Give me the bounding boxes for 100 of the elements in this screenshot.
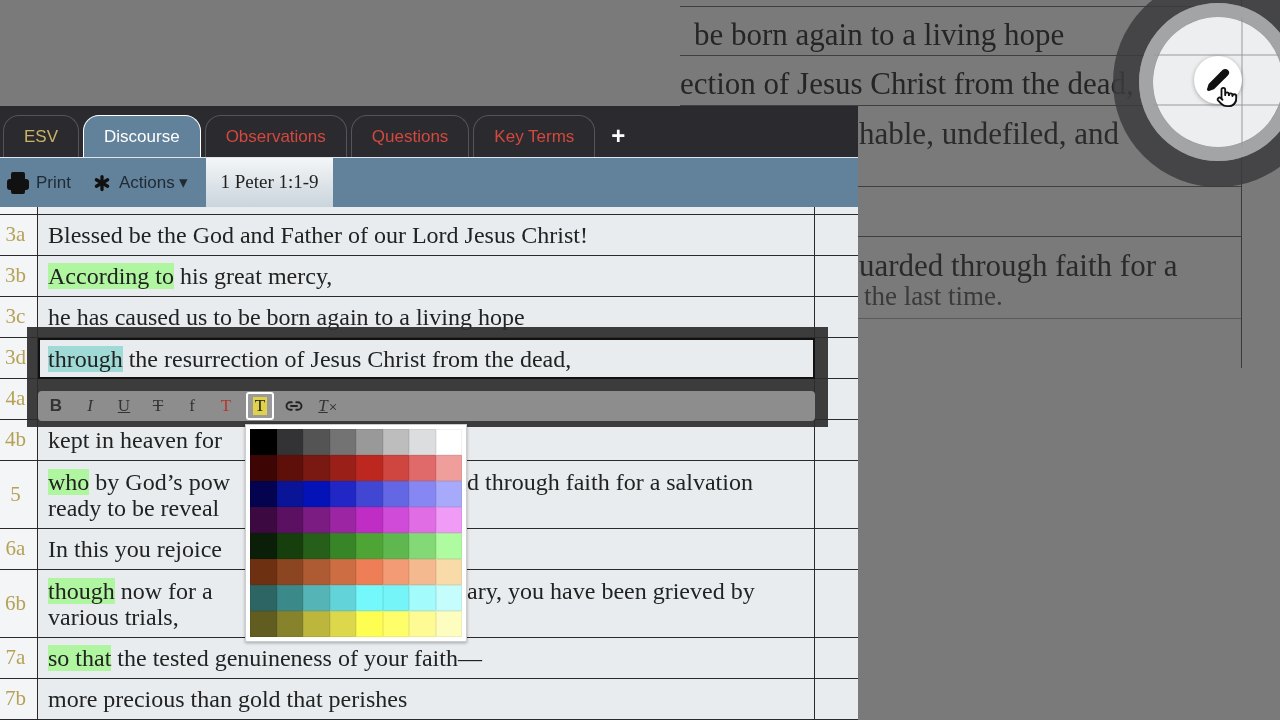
color-swatch[interactable] xyxy=(356,611,383,637)
verse-number: 6a xyxy=(0,529,38,569)
color-swatch[interactable] xyxy=(303,533,330,559)
verse-text: more precious than gold that perishes xyxy=(48,686,408,712)
color-swatch[interactable] xyxy=(435,481,462,507)
color-swatch[interactable] xyxy=(276,585,303,611)
color-swatch[interactable] xyxy=(329,429,356,455)
color-swatch[interactable] xyxy=(435,533,462,559)
color-swatch[interactable] xyxy=(435,507,462,533)
tab[interactable]: Discourse xyxy=(83,115,201,157)
editor-field[interactable]: through the resurrection of Jesus Christ from the dead, xyxy=(38,338,815,379)
color-swatch[interactable] xyxy=(250,533,277,559)
color-swatch[interactable] xyxy=(303,585,330,611)
color-swatch[interactable] xyxy=(329,611,356,637)
color-swatch[interactable] xyxy=(276,481,303,507)
color-swatch[interactable] xyxy=(382,585,409,611)
color-swatch[interactable] xyxy=(356,429,383,455)
verse-number: 5 xyxy=(0,461,38,528)
pencil-icon xyxy=(1206,68,1230,92)
color-swatch[interactable] xyxy=(303,611,330,637)
color-swatch[interactable] xyxy=(356,533,383,559)
color-swatch[interactable] xyxy=(250,481,277,507)
verse-number: 7b xyxy=(0,679,38,719)
color-swatch[interactable] xyxy=(276,533,303,559)
tab[interactable]: ESV xyxy=(3,115,80,157)
add-tab-button[interactable]: + xyxy=(599,115,638,157)
color-swatch[interactable] xyxy=(409,559,436,585)
color-swatch[interactable] xyxy=(250,611,277,637)
verse-text: through the resurrection of Jesus Christ from the dead, xyxy=(48,344,572,374)
verse-text: ary, you have been grieved by xyxy=(467,577,756,604)
font-tool-button[interactable]: f xyxy=(178,392,206,420)
color-swatch[interactable] xyxy=(303,455,330,481)
color-swatch[interactable] xyxy=(356,559,383,585)
italic-tool-button[interactable]: I xyxy=(76,392,104,420)
color-swatch[interactable] xyxy=(329,559,356,585)
bold-tool-button[interactable]: B xyxy=(42,392,70,420)
color-swatch[interactable] xyxy=(409,611,436,637)
clear-tool-button[interactable]: T xyxy=(314,392,342,420)
color-swatch[interactable] xyxy=(303,429,330,455)
color-swatch[interactable] xyxy=(382,533,409,559)
print-button[interactable]: Print xyxy=(0,169,89,196)
color-swatch[interactable] xyxy=(250,507,277,533)
color-swatch[interactable] xyxy=(435,611,462,637)
color-swatch[interactable] xyxy=(329,585,356,611)
color-swatch[interactable] xyxy=(382,559,409,585)
color-swatch[interactable] xyxy=(276,611,303,637)
color-swatch[interactable] xyxy=(329,481,356,507)
color-swatch[interactable] xyxy=(409,507,436,533)
color-swatch[interactable] xyxy=(382,611,409,637)
tab[interactable]: Key Terms xyxy=(473,115,596,157)
color-swatch[interactable] xyxy=(250,455,277,481)
color-swatch[interactable] xyxy=(356,481,383,507)
color-swatch[interactable] xyxy=(409,429,436,455)
verse-number: 4b xyxy=(0,420,38,460)
strike-tool-button[interactable]: T xyxy=(144,392,172,420)
underline-tool-button[interactable]: U xyxy=(110,392,138,420)
verse-number: 3b xyxy=(0,256,38,296)
color-swatch[interactable] xyxy=(276,429,303,455)
color-swatch[interactable] xyxy=(329,455,356,481)
color-swatch[interactable] xyxy=(382,455,409,481)
color-swatch[interactable] xyxy=(250,559,277,585)
tab[interactable]: Questions xyxy=(350,115,470,157)
color-swatch[interactable] xyxy=(409,585,436,611)
color-swatch[interactable] xyxy=(276,559,303,585)
color-swatch[interactable] xyxy=(303,481,330,507)
color-swatch[interactable] xyxy=(276,507,303,533)
color-swatch[interactable] xyxy=(250,429,277,455)
magnified-text: be born again to a living hope xyxy=(694,16,1065,54)
actions-menu-button[interactable]: Actions ▾ xyxy=(88,169,207,196)
verse-text: ready to be reveal xyxy=(48,494,220,521)
tab[interactable]: Observations xyxy=(204,115,347,157)
color-swatch[interactable] xyxy=(382,507,409,533)
color-swatch[interactable] xyxy=(435,559,462,585)
verse-number: 3a xyxy=(0,215,38,255)
color-swatch[interactable] xyxy=(409,533,436,559)
verse-number: 3c xyxy=(0,297,38,337)
color-swatch[interactable] xyxy=(435,585,462,611)
color-swatch[interactable] xyxy=(409,481,436,507)
highlight-tool-button[interactable]: T xyxy=(246,392,274,420)
color-swatch[interactable] xyxy=(303,559,330,585)
color-swatch[interactable] xyxy=(435,455,462,481)
color-swatch[interactable] xyxy=(356,455,383,481)
x-icon xyxy=(327,402,338,413)
passage-tab[interactable]: 1 Peter 1:1-9 xyxy=(206,157,333,208)
color-swatch[interactable] xyxy=(329,507,356,533)
verse-text: In this you rejoice xyxy=(48,536,222,562)
color-swatch[interactable] xyxy=(329,533,356,559)
verse-text: Blessed be the God and Father of our Lord Jesus Christ! xyxy=(48,222,588,248)
color-swatch[interactable] xyxy=(250,585,277,611)
color-swatch[interactable] xyxy=(356,507,383,533)
color-swatch[interactable] xyxy=(303,507,330,533)
color-swatch[interactable] xyxy=(382,481,409,507)
color-swatch[interactable] xyxy=(356,585,383,611)
color-swatch[interactable] xyxy=(382,429,409,455)
color-swatch[interactable] xyxy=(276,455,303,481)
verse-text: According to his great mercy, xyxy=(48,263,333,289)
magnified-text: hable, undefiled, and xyxy=(859,115,1119,153)
verse-text: so that the tested genuineness of your faith— xyxy=(48,645,482,671)
color-swatch[interactable] xyxy=(409,455,436,481)
color-swatch[interactable] xyxy=(435,429,462,455)
